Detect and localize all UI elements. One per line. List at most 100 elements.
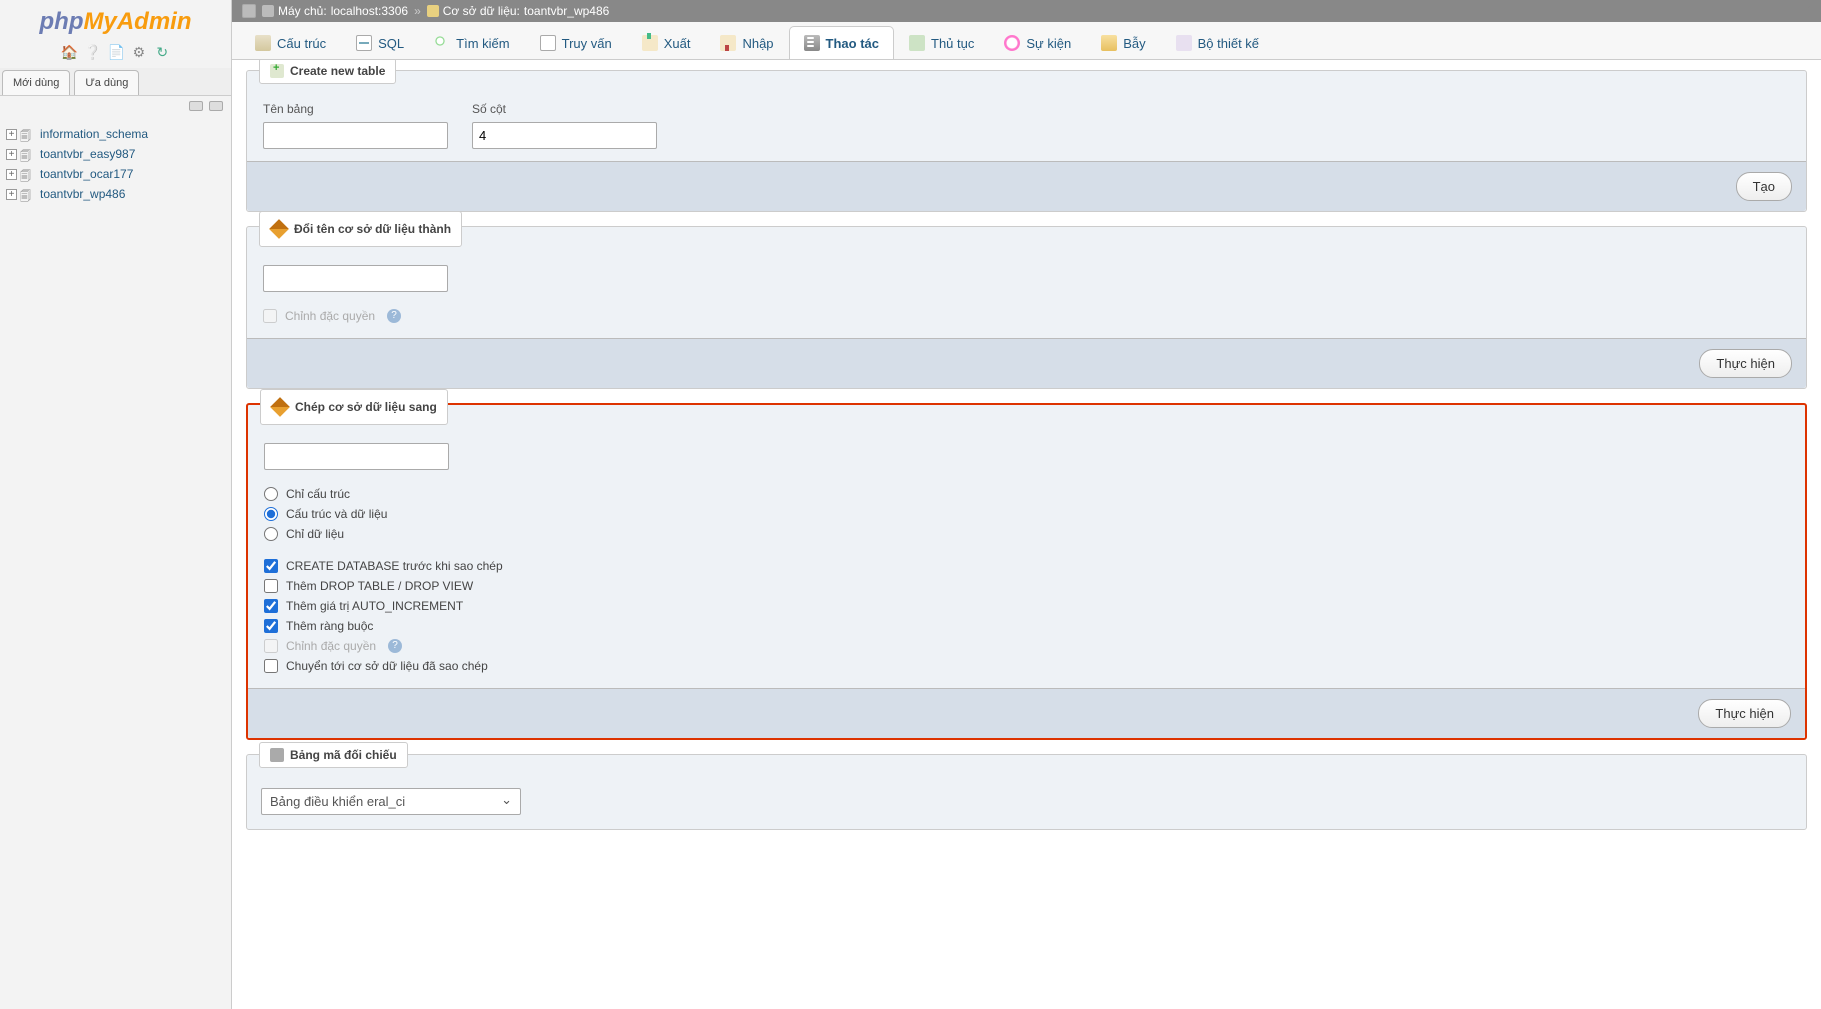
- top-tabs: Cấu trúc SQL Tìm kiếm Truy vấn Xuất Nhập…: [232, 22, 1821, 60]
- database-icon: 🗐: [20, 168, 36, 180]
- tab-procedures[interactable]: Thủ tục: [894, 26, 989, 59]
- collation-icon: [270, 748, 284, 762]
- radio-label: Chỉ dữ liệu: [286, 527, 344, 541]
- num-cols-input[interactable]: [472, 122, 657, 149]
- copy-execute-button[interactable]: Thực hiện: [1698, 699, 1791, 728]
- db-item-information-schema[interactable]: + 🗐 information_schema: [4, 124, 227, 144]
- expand-icon[interactable]: +: [6, 169, 17, 180]
- server-label: Máy chủ:: [278, 4, 327, 18]
- sidebar: phpMyAdmin 🏠 ❔ 📄 ⚙ ↻ Mới dùng Ưa dùng + …: [0, 0, 232, 1009]
- tab-label: Thao tác: [826, 36, 879, 51]
- tab-label: Nhập: [742, 36, 773, 51]
- fieldset-copy-db: Chép cơ sở dữ liệu sang Chỉ cấu trúc Cấu…: [246, 403, 1807, 740]
- db-value: toantvbr_wp486: [524, 4, 609, 18]
- row-auto-inc[interactable]: Thêm giá trị AUTO_INCREMENT: [264, 596, 1789, 616]
- fieldset-create-table: Create new table Tên bảng Số cột: [246, 70, 1807, 212]
- row-structure-and-data[interactable]: Cấu trúc và dữ liệu: [264, 504, 1789, 524]
- db-tree: + 🗐 information_schema + 🗐 toantvbr_easy…: [0, 118, 231, 1009]
- tab-recent[interactable]: Mới dùng: [2, 70, 70, 95]
- help-icon[interactable]: ❔: [84, 44, 100, 60]
- tab-structure[interactable]: Cấu trúc: [240, 26, 341, 59]
- structure-icon: [255, 35, 271, 51]
- logo[interactable]: phpMyAdmin: [0, 0, 231, 40]
- checkbox-auto-inc[interactable]: [264, 599, 278, 613]
- logo-part-php: php: [40, 8, 84, 35]
- collation-select[interactable]: Bảng điều khiển eral_ci: [261, 788, 521, 815]
- reload-icon[interactable]: ↻: [154, 44, 170, 60]
- radio-structure-only[interactable]: [264, 487, 278, 501]
- create-button[interactable]: Tạo: [1736, 172, 1792, 201]
- radio-structure-and-data[interactable]: [264, 507, 278, 521]
- settings-icon[interactable]: ⚙: [131, 44, 147, 60]
- radio-label: Chỉ cấu trúc: [286, 487, 350, 501]
- row-adjust-priv-rename: Chỉnh đặc quyền ?: [263, 306, 1790, 326]
- edit-icon: [270, 397, 290, 417]
- sql-icon: [356, 35, 372, 51]
- legend-text: Đổi tên cơ sở dữ liệu thành: [294, 222, 451, 236]
- row-create-before[interactable]: CREATE DATABASE trước khi sao chép: [264, 556, 1789, 576]
- database-icon: 🗐: [20, 188, 36, 200]
- quick-icons: 🏠 ❔ 📄 ⚙ ↻: [0, 40, 231, 68]
- tab-import[interactable]: Nhập: [705, 26, 788, 59]
- tab-search[interactable]: Tìm kiếm: [419, 26, 524, 59]
- tab-favorites[interactable]: Ưa dùng: [74, 70, 139, 95]
- events-icon: [1004, 35, 1020, 51]
- collapse-all-icon[interactable]: [189, 101, 203, 111]
- row-data-only[interactable]: Chỉ dữ liệu: [264, 524, 1789, 544]
- checkbox-add-drop[interactable]: [264, 579, 278, 593]
- expand-icon[interactable]: +: [6, 149, 17, 160]
- tab-triggers[interactable]: Bẫy: [1086, 26, 1160, 59]
- nav-back-icon[interactable]: [242, 4, 256, 18]
- tab-operations[interactable]: Thao tác: [789, 26, 894, 59]
- rename-db-input[interactable]: [263, 265, 448, 292]
- expand-icon[interactable]: +: [6, 189, 17, 200]
- row-add-drop[interactable]: Thêm DROP TABLE / DROP VIEW: [264, 576, 1789, 596]
- radio-data-only[interactable]: [264, 527, 278, 541]
- db-label: information_schema: [40, 127, 148, 141]
- main: Máy chủ: localhost:3306 » Cơ sở dữ liệu:…: [232, 0, 1821, 1009]
- tab-query[interactable]: Truy vấn: [525, 26, 627, 59]
- tab-label: Bộ thiết kế: [1198, 36, 1259, 51]
- collapse-breadcrumb-icon[interactable]: ⌃: [1805, 2, 1817, 19]
- tab-label: Bẫy: [1123, 36, 1145, 51]
- checkbox-constraints[interactable]: [264, 619, 278, 633]
- db-item-easy987[interactable]: + 🗐 toantvbr_easy987: [4, 144, 227, 164]
- edit-icon: [269, 219, 289, 239]
- expand-icon[interactable]: +: [6, 129, 17, 140]
- help-icon[interactable]: ?: [388, 639, 402, 653]
- db-label: Cơ sở dữ liệu:: [443, 4, 520, 18]
- breadcrumb: Máy chủ: localhost:3306 » Cơ sở dữ liệu:…: [232, 0, 1821, 22]
- db-label: toantvbr_ocar177: [40, 167, 133, 181]
- copy-db-input[interactable]: [264, 443, 449, 470]
- link-icon[interactable]: [209, 101, 223, 111]
- tab-export[interactable]: Xuất: [627, 26, 706, 59]
- db-item-wp486[interactable]: + 🗐 toantvbr_wp486: [4, 184, 227, 204]
- legend-rename-db: Đổi tên cơ sở dữ liệu thành: [259, 211, 462, 247]
- database-icon: 🗐: [20, 128, 36, 140]
- sql-window-icon[interactable]: 📄: [108, 44, 124, 60]
- checkbox-create-before[interactable]: [264, 559, 278, 573]
- breadcrumb-database[interactable]: Cơ sở dữ liệu: toantvbr_wp486: [427, 4, 610, 18]
- tab-sql[interactable]: SQL: [341, 26, 419, 59]
- radio-label: Cấu trúc và dữ liệu: [286, 507, 387, 521]
- help-icon[interactable]: ?: [387, 309, 401, 323]
- row-adjust-priv-copy: Chỉnh đặc quyền ?: [264, 636, 1789, 656]
- row-constraints[interactable]: Thêm ràng buộc: [264, 616, 1789, 636]
- breadcrumb-server[interactable]: Máy chủ: localhost:3306: [262, 4, 408, 18]
- row-switch[interactable]: Chuyển tới cơ sở dữ liệu đã sao chép: [264, 656, 1789, 676]
- tab-label: SQL: [378, 36, 404, 51]
- home-icon[interactable]: 🏠: [61, 44, 77, 60]
- db-item-ocar177[interactable]: + 🗐 toantvbr_ocar177: [4, 164, 227, 184]
- tab-events[interactable]: Sự kiện: [989, 26, 1086, 59]
- logo-part-myadmin: MyAdmin: [83, 8, 191, 35]
- tab-designer[interactable]: Bộ thiết kế: [1161, 26, 1274, 59]
- checkbox-adjust-priv-rename: [263, 309, 277, 323]
- tab-label: Cấu trúc: [277, 36, 326, 51]
- check-label: Chỉnh đặc quyền: [286, 639, 376, 653]
- table-name-input[interactable]: [263, 122, 448, 149]
- legend-copy-db: Chép cơ sở dữ liệu sang: [260, 389, 448, 425]
- checkbox-switch[interactable]: [264, 659, 278, 673]
- row-structure-only[interactable]: Chỉ cấu trúc: [264, 484, 1789, 504]
- export-icon: [642, 35, 658, 51]
- rename-execute-button[interactable]: Thực hiện: [1699, 349, 1792, 378]
